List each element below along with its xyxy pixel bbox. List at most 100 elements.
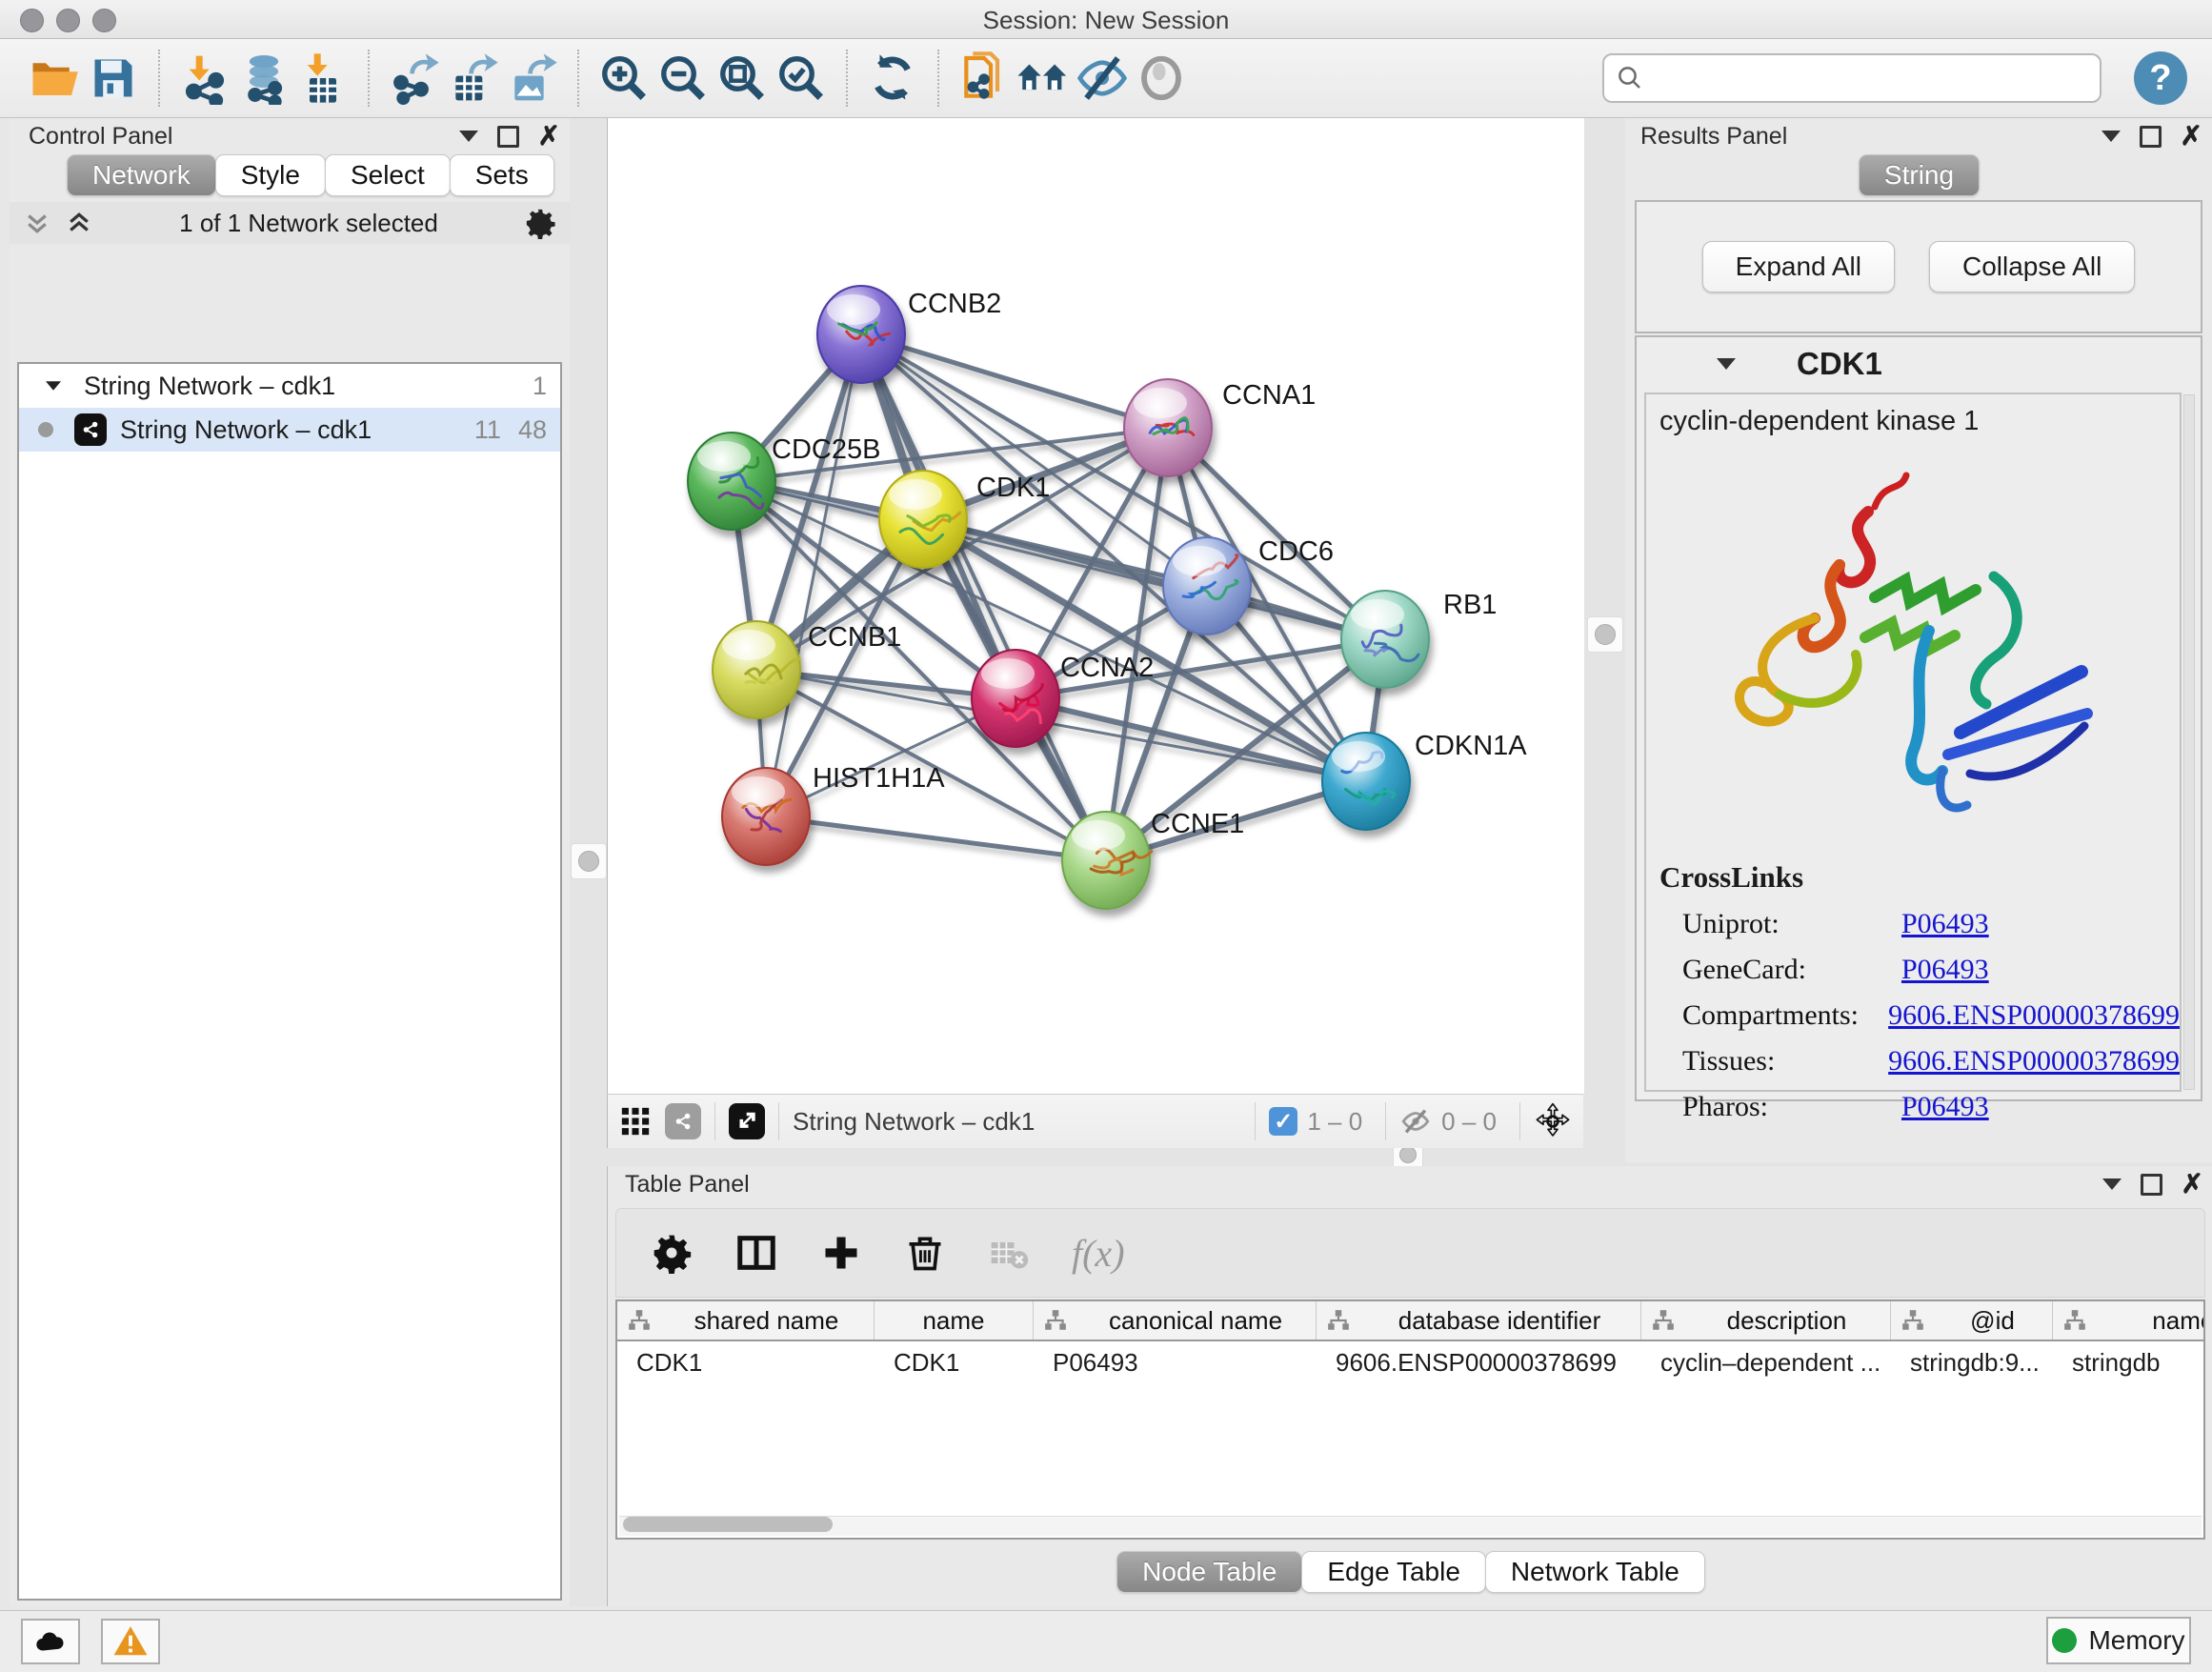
- node-RB1[interactable]: [1341, 591, 1429, 688]
- network-share-icon[interactable]: [665, 1103, 701, 1139]
- collapse-all-icon[interactable]: [23, 209, 51, 237]
- apply-layout-button[interactable]: [863, 49, 922, 108]
- close-panel-icon[interactable]: ✗: [538, 123, 560, 150]
- tab-edge-table[interactable]: Edge Table: [1301, 1551, 1486, 1593]
- column-header[interactable]: shared name: [617, 1301, 875, 1340]
- zoom-selected-button[interactable]: [772, 49, 831, 108]
- zoom-in-button[interactable]: [594, 49, 654, 108]
- options-gear-icon[interactable]: [524, 207, 556, 239]
- crosslink-label: GeneCard:: [1682, 954, 1901, 986]
- section-expander-icon[interactable]: [1717, 358, 1736, 370]
- help-button[interactable]: ?: [2134, 51, 2187, 105]
- export-network-button[interactable]: [385, 49, 444, 108]
- crosslink-link[interactable]: 9606.ENSP00000378699: [1888, 1045, 2180, 1078]
- crosslink-link[interactable]: P06493: [1901, 1091, 1989, 1123]
- table-cell[interactable]: cyclin–dependent ...: [1641, 1348, 1891, 1378]
- zoom-out-button[interactable]: [654, 49, 713, 108]
- float-panel-icon[interactable]: [2140, 126, 2162, 148]
- node-CDC25B[interactable]: [688, 433, 775, 530]
- expand-all-icon[interactable]: [65, 209, 93, 237]
- table-cell[interactable]: P06493: [1034, 1348, 1317, 1378]
- grid-view-icon[interactable]: [619, 1105, 652, 1138]
- node-CCNB1[interactable]: [713, 621, 800, 718]
- column-header[interactable]: description: [1641, 1301, 1891, 1340]
- close-panel-icon[interactable]: ✗: [2182, 1171, 2203, 1198]
- cloud-button[interactable]: [21, 1619, 80, 1664]
- right-splitter-handle[interactable]: [1587, 616, 1623, 653]
- show-columns-icon[interactable]: [734, 1231, 778, 1275]
- search-input[interactable]: [1644, 63, 2088, 94]
- network-graph[interactable]: CCNB2CCNA1CDC25BCDK1CDC6RB1CCNB1CCNA2CDK…: [608, 118, 1584, 1094]
- table-cell[interactable]: 9606.ENSP00000378699: [1317, 1348, 1641, 1378]
- tree-expander-icon[interactable]: [46, 381, 61, 391]
- tab-node-table[interactable]: Node Table: [1116, 1551, 1302, 1593]
- import-table-button[interactable]: [293, 49, 352, 108]
- open-session-button[interactable]: [25, 49, 84, 108]
- memory-button[interactable]: Memory: [2046, 1617, 2191, 1664]
- import-network-file-button[interactable]: [175, 49, 234, 108]
- float-panel-icon[interactable]: [2141, 1174, 2162, 1196]
- first-neighbors-button[interactable]: [1014, 49, 1073, 108]
- save-session-button[interactable]: [84, 49, 143, 108]
- delete-column-icon[interactable]: [904, 1232, 946, 1274]
- expand-all-button[interactable]: Expand All: [1702, 241, 1895, 292]
- table-cell[interactable]: stringdb: [2053, 1348, 2205, 1378]
- node-CCNA1[interactable]: [1124, 379, 1212, 476]
- hidden-eye-slash-icon[interactable]: [1399, 1105, 1432, 1138]
- network-canvas[interactable]: CCNB2CCNA1CDC25BCDK1CDC6RB1CCNB1CCNA2CDK…: [607, 118, 1584, 1094]
- hide-selection-button[interactable]: [1073, 49, 1132, 108]
- node-CDK1[interactable]: [879, 471, 967, 568]
- tab-network-table[interactable]: Network Table: [1485, 1551, 1705, 1593]
- tab-network[interactable]: Network: [67, 154, 216, 196]
- crosslink-link[interactable]: P06493: [1901, 954, 1989, 986]
- node-CCNA2[interactable]: [972, 650, 1059, 747]
- pan-move-icon[interactable]: [1534, 1102, 1572, 1140]
- export-table-button[interactable]: [444, 49, 503, 108]
- table-hscroll-track[interactable]: [619, 1516, 2202, 1536]
- zoom-fit-button[interactable]: [713, 49, 772, 108]
- column-header[interactable]: namespace: [2053, 1301, 2205, 1340]
- node-CCNB2[interactable]: [817, 286, 905, 383]
- table-row[interactable]: CDK1CDK1P064939606.ENSP00000378699cyclin…: [617, 1341, 2203, 1383]
- status-bar: Memory: [0, 1610, 2212, 1672]
- warning-button[interactable]: [101, 1619, 160, 1664]
- node-CDC6[interactable]: [1163, 537, 1251, 635]
- crosslink-link[interactable]: 9606.ENSP00000378699: [1888, 999, 2180, 1032]
- titlebar: Session: New Session: [0, 0, 2212, 39]
- birdseye-view-icon[interactable]: [729, 1103, 765, 1139]
- node-HIST1H1A[interactable]: [722, 768, 810, 865]
- close-panel-icon[interactable]: ✗: [2181, 123, 2202, 150]
- table-cell[interactable]: CDK1: [875, 1348, 1034, 1378]
- table-cell[interactable]: stringdb:9...: [1891, 1348, 2053, 1378]
- node-CDKN1A[interactable]: [1322, 733, 1410, 830]
- column-header[interactable]: canonical name: [1034, 1301, 1317, 1340]
- column-header[interactable]: @id: [1891, 1301, 2053, 1340]
- selected-nodes-checkbox[interactable]: ✓: [1269, 1107, 1297, 1136]
- float-panel-icon[interactable]: [497, 126, 519, 148]
- export-image-button[interactable]: [503, 49, 562, 108]
- collapse-panel-icon[interactable]: [459, 131, 478, 142]
- table-hscroll-thumb[interactable]: [623, 1517, 833, 1532]
- network-from-selection-button[interactable]: [955, 49, 1014, 108]
- collapse-all-button[interactable]: Collapse All: [1929, 241, 2135, 292]
- tab-style[interactable]: Style: [215, 154, 326, 196]
- tab-sets[interactable]: Sets: [450, 154, 554, 196]
- table-import-icon: [296, 51, 350, 105]
- table-options-gear-icon[interactable]: [651, 1232, 693, 1274]
- column-header[interactable]: name: [875, 1301, 1034, 1340]
- tab-select[interactable]: Select: [325, 154, 451, 196]
- results-scrollbar[interactable]: [2183, 394, 2195, 1090]
- network-collection-row[interactable]: String Network – cdk1 1: [19, 364, 560, 408]
- tab-string[interactable]: String: [1859, 154, 1980, 196]
- crosslink-link[interactable]: P06493: [1901, 908, 1989, 940]
- table-cell[interactable]: CDK1: [617, 1348, 875, 1378]
- network-row[interactable]: String Network – cdk1 11 48: [19, 408, 560, 452]
- import-network-database-button[interactable]: [234, 49, 293, 108]
- show-all-button[interactable]: [1132, 49, 1191, 108]
- collapse-panel-icon[interactable]: [2102, 1178, 2122, 1190]
- add-column-icon[interactable]: [820, 1232, 862, 1274]
- collapse-panel-icon[interactable]: [2101, 131, 2121, 142]
- left-splitter-handle[interactable]: [571, 843, 607, 879]
- node-CCNE1[interactable]: [1062, 812, 1152, 909]
- column-header[interactable]: database identifier: [1317, 1301, 1641, 1340]
